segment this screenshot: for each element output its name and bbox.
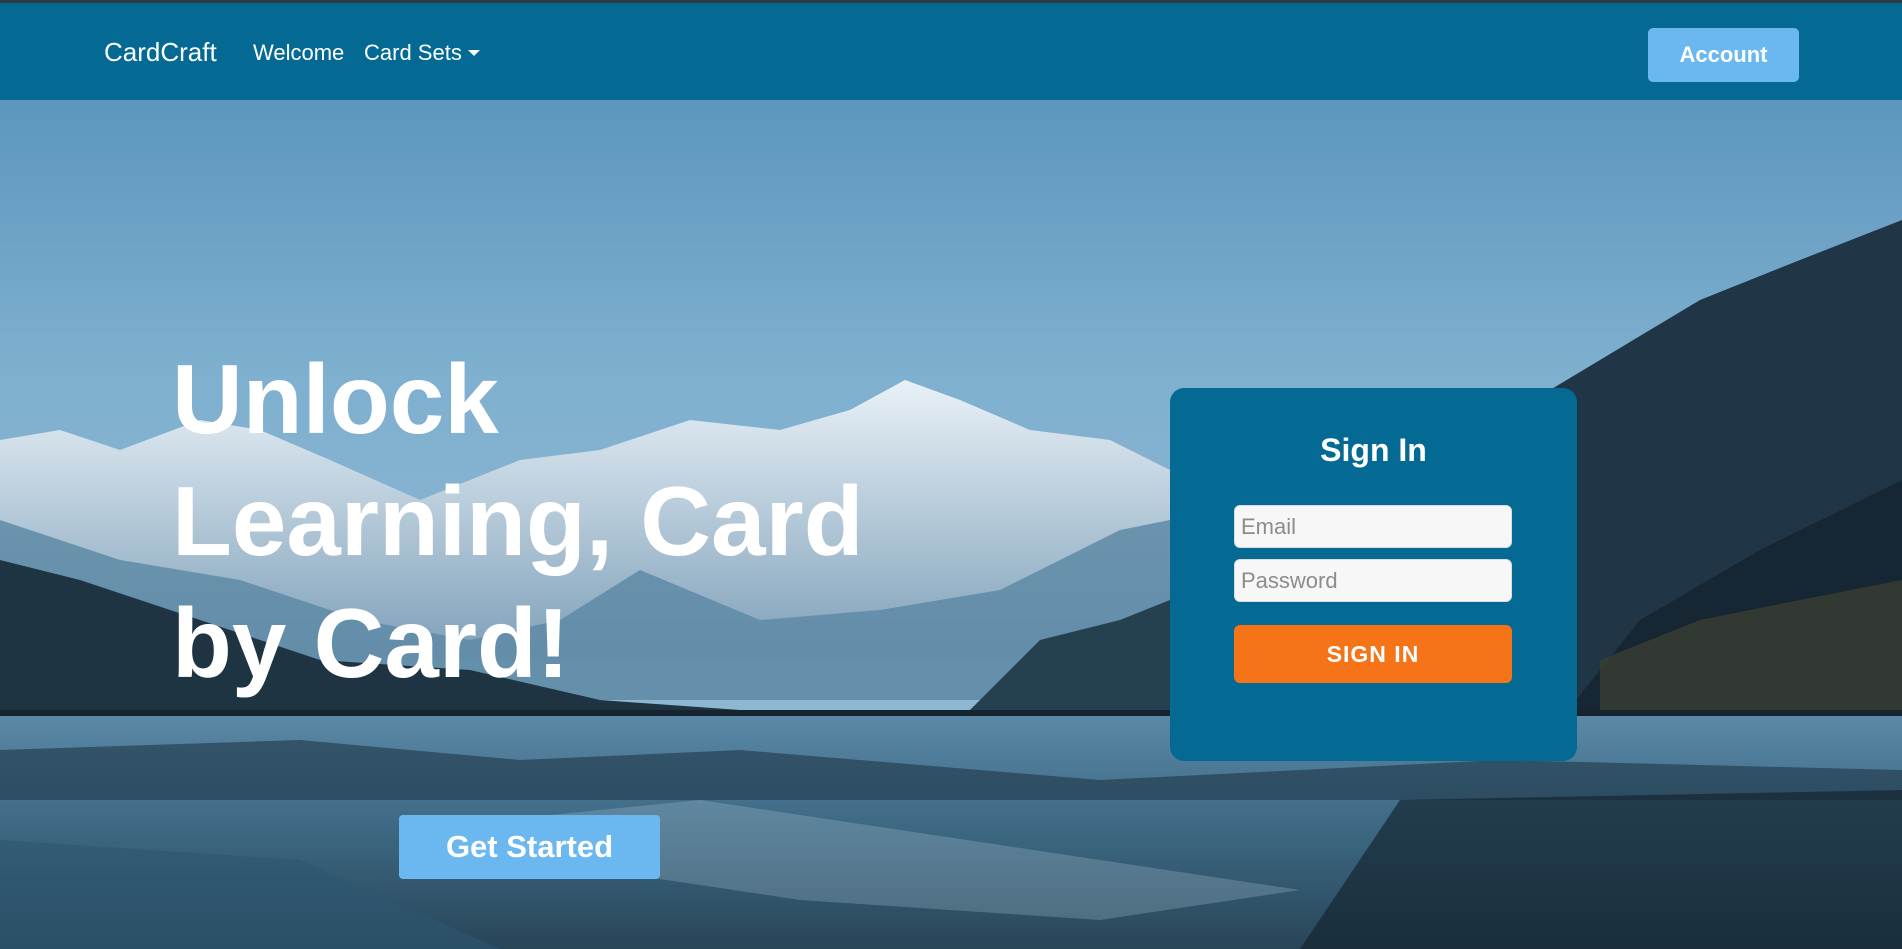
get-started-button[interactable]: Get Started bbox=[399, 815, 660, 879]
nav-dropdown-card-sets[interactable]: Card Sets bbox=[364, 40, 480, 66]
password-field[interactable] bbox=[1234, 559, 1512, 602]
signin-card: Sign In SIGN IN bbox=[1170, 388, 1577, 761]
brand-logo[interactable]: CardCraft bbox=[104, 37, 217, 67]
email-field[interactable] bbox=[1234, 505, 1512, 548]
account-button[interactable]: Account bbox=[1648, 28, 1799, 82]
navbar: CardCraft Welcome Card Sets Account bbox=[0, 0, 1902, 100]
hero-headline: Unlock Learning, Card by Card! bbox=[172, 344, 864, 698]
nav-link-welcome[interactable]: Welcome bbox=[253, 40, 344, 66]
signin-title: Sign In bbox=[1320, 432, 1427, 468]
nav-dropdown-label: Card Sets bbox=[364, 40, 462, 65]
signin-button[interactable]: SIGN IN bbox=[1234, 625, 1512, 683]
hero-section: Unlock Learning, Card by Card! Get Start… bbox=[0, 100, 1902, 949]
caret-down-icon bbox=[467, 50, 480, 56]
